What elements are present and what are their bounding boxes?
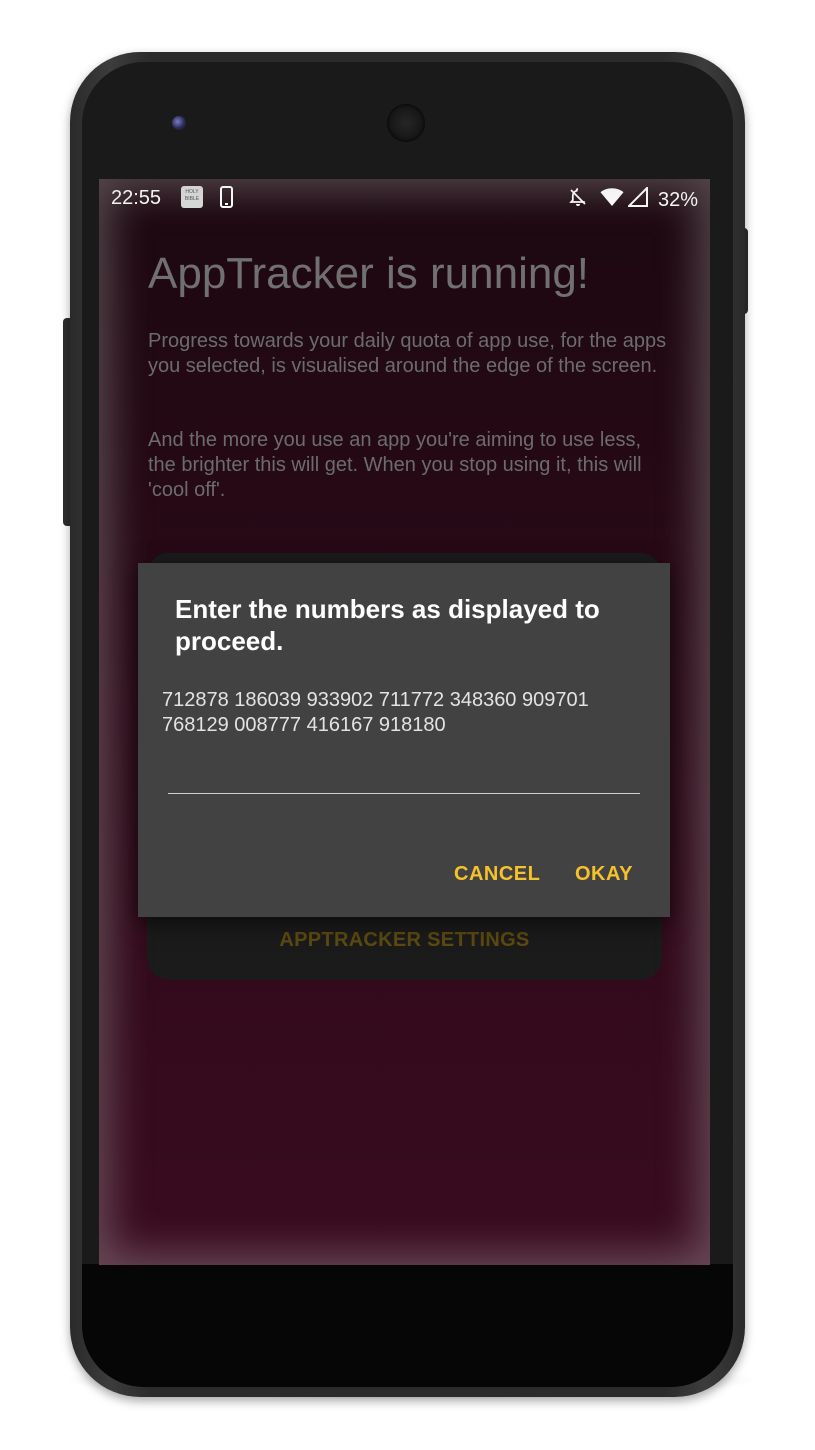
phone-bottom-bezel [82, 1264, 733, 1387]
okay-button[interactable]: OKAY [575, 863, 633, 886]
dialog-title: Enter the numbers as displayed to procee… [175, 594, 600, 656]
status-time: 22:55 [111, 187, 162, 209]
front-camera [172, 116, 186, 130]
battery-percentage: 32% [657, 188, 698, 211]
verification-numbers: 712878 186039 933902 711772 348360 90970… [162, 689, 589, 736]
description-paragraph-2: And the more you use an app you're aimin… [148, 429, 642, 501]
description-paragraph: Progress towards your daily quota of app… [148, 330, 667, 377]
do-not-disturb-bell-icon [568, 187, 588, 212]
apptracker-settings-button[interactable]: APPTRACKER SETTINGS [99, 929, 710, 952]
cancel-button[interactable]: CANCEL [454, 863, 540, 886]
phone-screen: 22:55 HOLY BIBLE 32% AppTracker is runni… [99, 179, 710, 1265]
page-title: AppTracker is running! [148, 249, 590, 298]
status-right-group: 32% [568, 185, 698, 213]
bible-app-icon: HOLY BIBLE [181, 186, 203, 208]
status-bar: 22:55 HOLY BIBLE 32% [99, 179, 710, 217]
earpiece-speaker [387, 104, 425, 142]
numbers-input[interactable] [168, 753, 640, 794]
wifi-icon [600, 187, 624, 213]
phone-icon [220, 186, 233, 208]
signal-icon [626, 185, 648, 213]
verification-dialog: Enter the numbers as displayed to procee… [138, 563, 670, 917]
